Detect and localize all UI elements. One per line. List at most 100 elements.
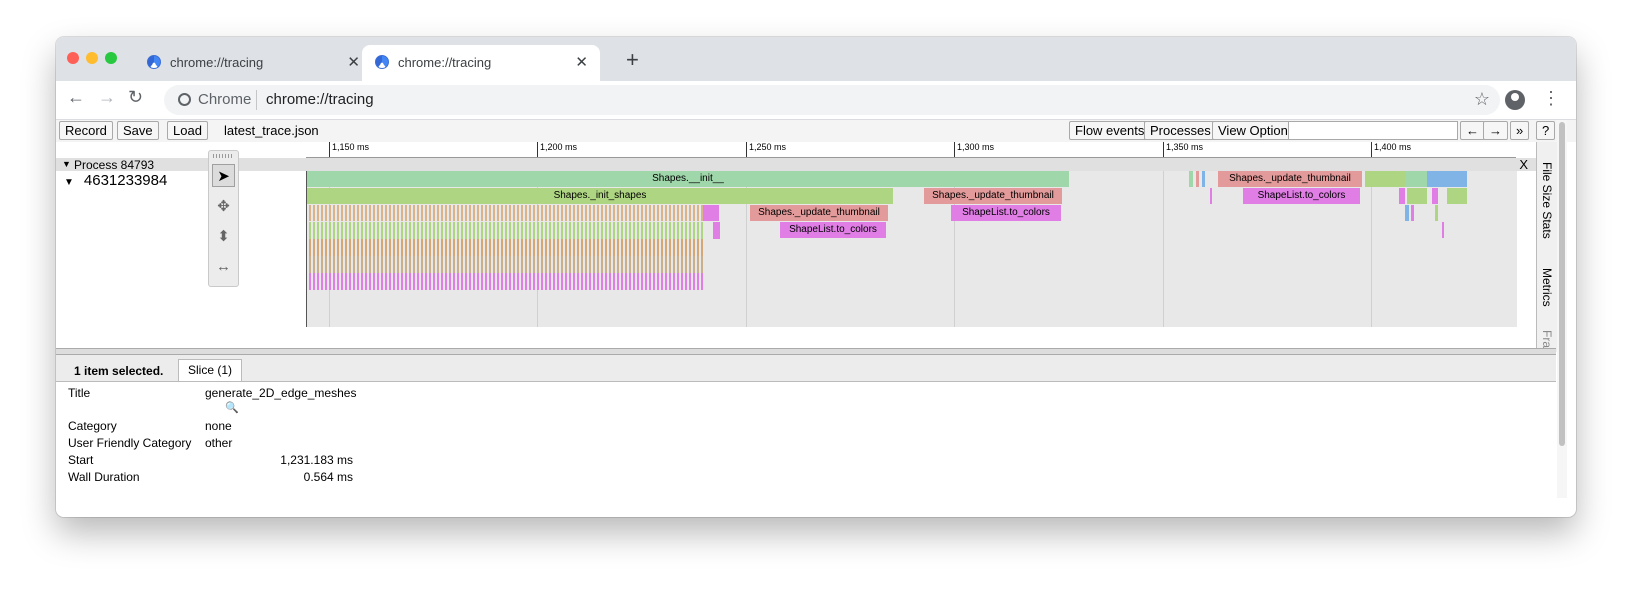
slice[interactable]	[573, 205, 575, 221]
slice[interactable]	[421, 222, 423, 239]
new-tab-button[interactable]: +	[626, 47, 639, 73]
slice[interactable]	[569, 256, 571, 273]
slice[interactable]	[385, 239, 387, 256]
slice[interactable]	[405, 239, 407, 256]
browser-menu-icon[interactable]: ⋮	[1542, 88, 1560, 109]
slice[interactable]	[613, 256, 615, 273]
slice[interactable]	[613, 222, 615, 239]
slice[interactable]	[457, 239, 459, 256]
slice[interactable]	[325, 222, 327, 239]
slice[interactable]	[349, 273, 351, 290]
slice[interactable]	[681, 239, 683, 256]
slice[interactable]	[385, 222, 387, 239]
slice[interactable]	[585, 205, 587, 221]
slice[interactable]	[329, 239, 331, 256]
slice[interactable]	[405, 222, 407, 239]
slice[interactable]	[701, 239, 703, 256]
slice[interactable]	[1196, 171, 1199, 187]
slice[interactable]	[593, 205, 595, 221]
slice[interactable]	[445, 222, 447, 239]
slice[interactable]	[681, 205, 683, 221]
slice[interactable]	[421, 205, 423, 221]
slice[interactable]	[545, 205, 547, 221]
slice[interactable]	[637, 239, 639, 256]
slice[interactable]	[613, 205, 615, 221]
slice[interactable]	[685, 205, 687, 221]
slice[interactable]	[329, 222, 331, 239]
slice[interactable]	[401, 222, 403, 239]
slice[interactable]	[509, 239, 511, 256]
slice[interactable]	[517, 239, 519, 256]
slice[interactable]	[393, 273, 395, 290]
slice[interactable]	[453, 222, 455, 239]
slice[interactable]	[617, 239, 619, 256]
slice[interactable]	[353, 239, 355, 256]
slice[interactable]	[417, 222, 419, 239]
minimize-window-button[interactable]	[86, 52, 98, 64]
slice[interactable]	[465, 239, 467, 256]
slice[interactable]	[665, 222, 667, 239]
slice[interactable]	[545, 222, 547, 239]
slice[interactable]	[517, 256, 519, 273]
slice[interactable]	[593, 256, 595, 273]
slice[interactable]	[473, 273, 475, 290]
slice[interactable]	[621, 273, 623, 290]
slice[interactable]	[697, 222, 699, 239]
slice[interactable]	[581, 222, 583, 239]
slice[interactable]	[653, 256, 655, 273]
slice[interactable]	[601, 222, 603, 239]
slice[interactable]	[365, 256, 367, 273]
slice[interactable]	[329, 256, 331, 273]
slice[interactable]	[473, 256, 475, 273]
slice[interactable]	[425, 205, 427, 221]
slice[interactable]	[557, 256, 559, 273]
slice[interactable]	[441, 205, 443, 221]
slice[interactable]	[609, 273, 611, 290]
slice[interactable]	[541, 256, 543, 273]
slice[interactable]	[309, 222, 311, 239]
slice[interactable]	[693, 273, 695, 290]
panel-divider[interactable]	[56, 348, 1556, 355]
slice[interactable]	[525, 239, 527, 256]
slice[interactable]	[393, 256, 395, 273]
slice[interactable]	[681, 222, 683, 239]
slice[interactable]	[357, 256, 359, 273]
slice[interactable]	[469, 256, 471, 273]
slice[interactable]	[697, 256, 699, 273]
slice[interactable]	[637, 273, 639, 290]
slice[interactable]	[449, 239, 451, 256]
slice[interactable]	[621, 222, 623, 239]
slice[interactable]	[641, 205, 643, 221]
slice[interactable]	[513, 205, 515, 221]
record-button[interactable]: Record	[59, 121, 113, 140]
slice[interactable]	[481, 205, 483, 221]
slice[interactable]	[465, 256, 467, 273]
slice[interactable]	[529, 256, 531, 273]
slice[interactable]	[673, 256, 675, 273]
slice[interactable]	[497, 205, 499, 221]
slice[interactable]	[441, 222, 443, 239]
slice[interactable]	[337, 205, 339, 221]
slice[interactable]	[533, 205, 535, 221]
slice[interactable]	[337, 256, 339, 273]
slice[interactable]	[397, 239, 399, 256]
slice[interactable]	[425, 256, 427, 273]
slice[interactable]	[345, 222, 347, 239]
tab-close-icon[interactable]: ✕	[347, 53, 360, 71]
slice[interactable]	[385, 256, 387, 273]
slice[interactable]	[401, 273, 403, 290]
slice[interactable]	[685, 222, 687, 239]
slice[interactable]	[673, 205, 675, 221]
slice[interactable]	[585, 273, 587, 290]
slice[interactable]	[641, 222, 643, 239]
slice[interactable]	[493, 256, 495, 273]
slice[interactable]	[649, 273, 651, 290]
slice[interactable]	[425, 222, 427, 239]
slice[interactable]	[701, 273, 703, 290]
timeline-view[interactable]: 1,150 ms 1,200 ms 1,250 ms 1,300 ms 1,35…	[56, 142, 1576, 365]
slice[interactable]	[529, 205, 531, 221]
slice[interactable]	[689, 273, 691, 290]
slice[interactable]	[669, 239, 671, 256]
file-size-stats-tab[interactable]: File Size Stats	[1540, 162, 1554, 239]
slice[interactable]	[1411, 205, 1414, 221]
